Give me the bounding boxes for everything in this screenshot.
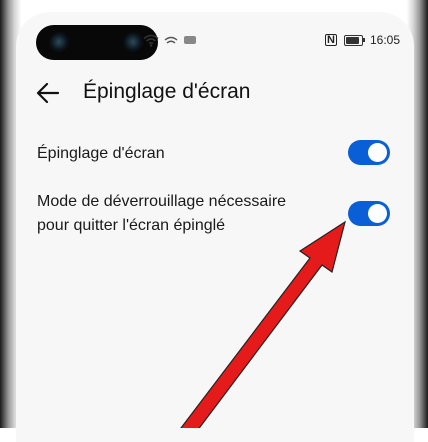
setting-label-unlock-required: Mode de déverrouillage nécessaire pour q…: [37, 190, 286, 238]
toggle-knob: [368, 204, 387, 223]
unlock-required-toggle[interactable]: [348, 201, 390, 226]
camera-lens-icon: [49, 32, 71, 54]
signal-icon: [164, 36, 178, 44]
screen-pinning-toggle[interactable]: [348, 140, 390, 165]
nfc-icon: N: [324, 34, 337, 46]
status-time: 16:05: [369, 33, 400, 47]
arrow-left-icon: [36, 82, 60, 104]
setting-label-line1: Mode de déverrouillage nécessaire: [37, 193, 287, 210]
front-camera: [36, 25, 158, 60]
status-icons-right: N 16:05: [324, 32, 400, 48]
setting-label-line2: pour quitter l'écran épinglé: [37, 217, 226, 234]
data-icon: [184, 36, 196, 44]
battery-icon: [343, 34, 365, 46]
back-button[interactable]: [36, 78, 70, 108]
toggle-knob: [368, 143, 387, 162]
setting-label-screen-pinning: Épinglage d'écran: [37, 145, 165, 162]
battery-level: [345, 36, 359, 44]
page-title: Épinglage d'écran: [83, 80, 251, 103]
wifi-icon: [143, 34, 159, 47]
status-icons-left: [143, 32, 197, 48]
screen: N 16:05 Épinglage d'écran Épinglage d'éc…: [16, 12, 414, 442]
camera-lens-icon: [123, 32, 145, 54]
